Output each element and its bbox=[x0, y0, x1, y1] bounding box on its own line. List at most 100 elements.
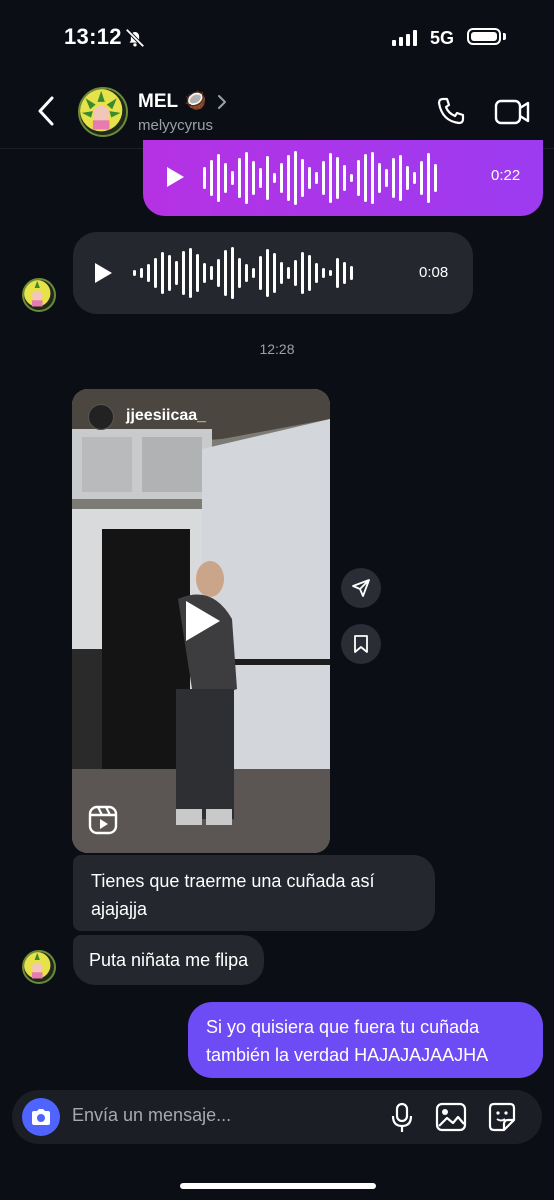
waveform-bar bbox=[420, 161, 423, 195]
message-sent[interactable]: Si yo quisiera que fuera tu cuñada tambi… bbox=[188, 1002, 543, 1078]
share-button[interactable] bbox=[341, 568, 381, 608]
message-input[interactable]: Envía un mensaje... bbox=[72, 1105, 231, 1126]
contact-username[interactable]: melyycyrus bbox=[138, 117, 213, 134]
waveform-bar bbox=[280, 262, 283, 284]
contact-avatar-small[interactable] bbox=[22, 950, 56, 984]
play-icon[interactable] bbox=[93, 262, 113, 284]
sticker-icon[interactable] bbox=[486, 1102, 518, 1132]
waveform-bar bbox=[266, 156, 269, 200]
waveform-bar bbox=[364, 154, 367, 202]
waveform-bar bbox=[238, 158, 241, 198]
contact-avatar[interactable] bbox=[78, 87, 128, 137]
message-received[interactable]: Tienes que traerme una cuñada así ajajaj… bbox=[73, 855, 435, 931]
waveform-bar bbox=[203, 167, 206, 189]
waveform-bar bbox=[385, 169, 388, 187]
voice-waveform bbox=[133, 245, 353, 301]
waveform-bar bbox=[147, 264, 150, 282]
status-time: 13:12 bbox=[64, 24, 122, 49]
waveform-bar bbox=[336, 157, 339, 199]
microphone-icon[interactable] bbox=[390, 1102, 414, 1134]
play-icon[interactable] bbox=[182, 599, 222, 643]
waveform-bar bbox=[259, 168, 262, 188]
bookmark-icon bbox=[354, 635, 368, 653]
waveform-bar bbox=[343, 165, 346, 191]
shared-reel[interactable] bbox=[72, 389, 330, 853]
camera-button[interactable] bbox=[22, 1098, 60, 1136]
waveform-bar bbox=[322, 161, 325, 195]
message-text: Puta niñata me flipa bbox=[89, 950, 249, 970]
waveform-bar bbox=[336, 258, 339, 288]
waveform-bar bbox=[224, 163, 227, 193]
voice-duration: 0:08 bbox=[419, 264, 449, 281]
network-type: 5G bbox=[430, 28, 455, 48]
waveform-bar bbox=[371, 152, 374, 204]
waveform-bar bbox=[168, 255, 171, 291]
waveform-bar bbox=[245, 264, 248, 282]
share-icon bbox=[352, 579, 370, 597]
waveform-bar bbox=[266, 249, 269, 297]
message-text: Si yo quisiera que fuera tu cuñada tambi… bbox=[206, 1017, 489, 1065]
waveform-bar bbox=[329, 153, 332, 203]
waveform-bar bbox=[315, 263, 318, 283]
waveform-bar bbox=[231, 171, 234, 185]
signal-icon bbox=[392, 30, 417, 46]
waveform-bar bbox=[301, 252, 304, 294]
coconut-emoji: 🥥 bbox=[184, 90, 207, 110]
home-indicator bbox=[180, 1183, 376, 1189]
waveform-bar bbox=[175, 261, 178, 285]
waveform-bar bbox=[343, 262, 346, 284]
waveform-bar bbox=[287, 155, 290, 201]
waveform-bar bbox=[238, 258, 241, 288]
message-text: Tienes que traerme una cuñada así ajajaj… bbox=[91, 871, 375, 919]
waveform-bar bbox=[406, 166, 409, 190]
waveform-bar bbox=[161, 252, 164, 294]
waveform-bar bbox=[399, 155, 402, 201]
waveform-bar bbox=[217, 259, 220, 287]
waveform-bar bbox=[287, 267, 290, 279]
contact-name[interactable]: MEL bbox=[138, 91, 178, 113]
contact-avatar-small[interactable] bbox=[22, 278, 56, 312]
voice-waveform bbox=[203, 150, 437, 206]
video-call-icon[interactable] bbox=[494, 97, 530, 127]
waveform-bar bbox=[217, 154, 220, 202]
waveform-bar bbox=[322, 268, 325, 278]
reels-icon bbox=[88, 805, 118, 835]
waveform-bar bbox=[350, 174, 353, 182]
waveform-bar bbox=[252, 161, 255, 195]
camera-icon bbox=[32, 1109, 50, 1125]
waveform-bar bbox=[245, 152, 248, 204]
waveform-bar bbox=[301, 159, 304, 197]
waveform-bar bbox=[308, 255, 311, 291]
message-timestamp: 12:28 bbox=[259, 341, 295, 357]
waveform-bar bbox=[294, 260, 297, 286]
silent-bell-icon bbox=[125, 28, 145, 48]
gallery-icon[interactable] bbox=[435, 1102, 467, 1132]
voice-message-sent[interactable]: 0:22 bbox=[143, 140, 543, 216]
waveform-bar bbox=[259, 256, 262, 290]
voice-duration: 0:22 bbox=[491, 167, 521, 184]
chevron-right-icon[interactable] bbox=[216, 94, 228, 110]
voice-message-received[interactable]: 0:08 bbox=[73, 232, 473, 314]
save-button[interactable] bbox=[341, 624, 381, 664]
reel-author-avatar[interactable] bbox=[88, 404, 114, 430]
waveform-bar bbox=[231, 247, 234, 299]
waveform-bar bbox=[294, 151, 297, 205]
waveform-bar bbox=[273, 253, 276, 293]
waveform-bar bbox=[308, 167, 311, 189]
waveform-bar bbox=[140, 268, 143, 278]
play-icon[interactable] bbox=[165, 166, 185, 188]
waveform-bar bbox=[427, 153, 430, 203]
waveform-bar bbox=[133, 270, 136, 276]
waveform-bar bbox=[154, 258, 157, 288]
waveform-bar bbox=[280, 163, 283, 193]
waveform-bar bbox=[252, 268, 255, 278]
waveform-bar bbox=[434, 164, 437, 192]
waveform-bar bbox=[273, 173, 276, 183]
phone-icon[interactable] bbox=[436, 96, 466, 126]
back-icon[interactable] bbox=[34, 94, 58, 128]
message-received[interactable]: Puta niñata me flipa bbox=[73, 935, 265, 985]
reel-author-username[interactable]: jjeesiicaa_ bbox=[126, 407, 206, 425]
waveform-bar bbox=[189, 248, 192, 298]
waveform-bar bbox=[182, 251, 185, 295]
waveform-bar bbox=[357, 160, 360, 196]
